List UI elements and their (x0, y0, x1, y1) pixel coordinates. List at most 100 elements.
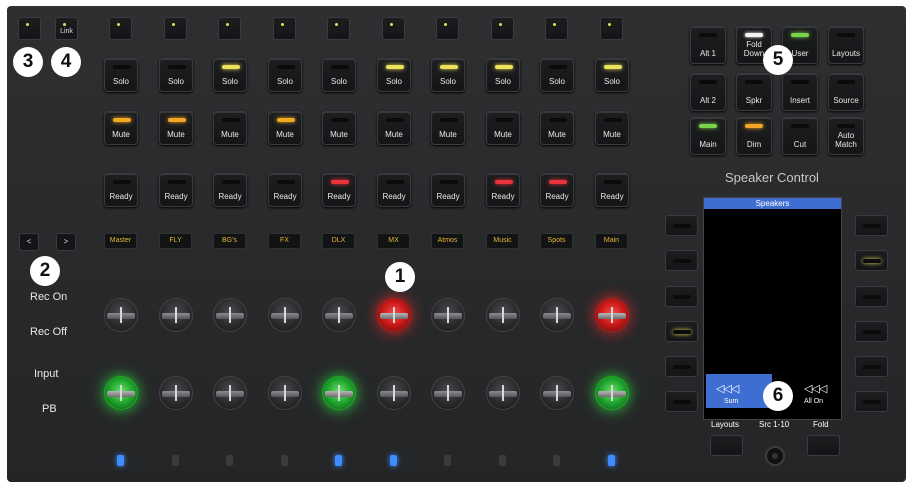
led-indicator (745, 80, 763, 84)
all-on-tile[interactable]: ◁◁◁ All On (798, 374, 840, 408)
solo-button-ch6[interactable]: Solo (377, 58, 411, 92)
mute-button-ch3[interactable]: Mute (213, 111, 247, 145)
left-screen-button-4[interactable] (665, 321, 698, 342)
jog-button[interactable] (765, 446, 785, 466)
left-screen-button-6[interactable] (665, 391, 698, 412)
left-screen-button-3[interactable] (665, 286, 698, 307)
solo-button-ch2[interactable]: Solo (159, 58, 193, 92)
ready-button-ch4[interactable]: Ready (268, 173, 302, 207)
select-button-ch9[interactable] (545, 17, 568, 40)
mute-button-ch4[interactable]: Mute (268, 111, 302, 145)
mute-button-ch10[interactable]: Mute (595, 111, 629, 145)
rec-knob-ch8[interactable] (486, 298, 520, 332)
right-screen-button-5[interactable] (855, 356, 888, 377)
solo-button-ch10[interactable]: Solo (595, 58, 629, 92)
led-indicator (837, 80, 855, 84)
select-button-ch6[interactable] (382, 17, 405, 40)
all-on-label: All On (804, 398, 824, 405)
nav-right-button[interactable]: > (56, 233, 76, 251)
right-screen-button-3[interactable] (855, 286, 888, 307)
mute-button-ch6[interactable]: Mute (377, 111, 411, 145)
select-button-ch1[interactable] (109, 17, 132, 40)
sum-tile[interactable]: ◁◁◁ Sum (706, 374, 772, 408)
ready-button-ch2[interactable]: Ready (159, 173, 193, 207)
mute-button-ch9[interactable]: Mute (540, 111, 574, 145)
input-knob-ch2[interactable] (159, 376, 193, 410)
select-button-ch3[interactable] (218, 17, 241, 40)
knob-pointer (120, 307, 122, 323)
rec-knob-ch6[interactable] (377, 298, 411, 332)
input-knob-ch6[interactable] (377, 376, 411, 410)
rec-knob-ch3[interactable] (213, 298, 247, 332)
rec-knob-ch9[interactable] (540, 298, 574, 332)
solo-button-ch5[interactable]: Solo (322, 58, 356, 92)
solo-button-ch1[interactable]: Solo (104, 58, 138, 92)
ready-button-ch3[interactable]: Ready (213, 173, 247, 207)
ready-button-ch6[interactable]: Ready (377, 173, 411, 207)
mute-button-ch8[interactable]: Mute (486, 111, 520, 145)
mute-button-ch7[interactable]: Mute (431, 111, 465, 145)
speaker-btn-dim[interactable]: Dim (736, 117, 772, 155)
mute-button-ch2[interactable]: Mute (159, 111, 193, 145)
left-screen-button-2[interactable] (665, 250, 698, 271)
select-button-ch10[interactable] (600, 17, 623, 40)
ready-button-ch1[interactable]: Ready (104, 173, 138, 207)
mute-button-ch5[interactable]: Mute (322, 111, 356, 145)
status-led-ch6 (390, 455, 397, 466)
ready-button-ch9[interactable]: Ready (540, 173, 574, 207)
select-button-ch2[interactable] (164, 17, 187, 40)
softkey-button-right[interactable] (807, 435, 840, 456)
rec-knob-ch1[interactable] (104, 298, 138, 332)
input-knob-ch3[interactable] (213, 376, 247, 410)
link-button[interactable]: Link (55, 17, 78, 40)
nav-left-button[interactable]: < (19, 233, 39, 251)
speaker-btn-alt-1[interactable]: Alt 1 (690, 26, 726, 64)
right-screen-button-2[interactable] (855, 250, 888, 271)
select-button-ch7[interactable] (436, 17, 459, 40)
ready-button-ch10[interactable]: Ready (595, 173, 629, 207)
rec-knob-ch4[interactable] (268, 298, 302, 332)
led-indicator (604, 118, 622, 122)
speaker-btn-alt-2[interactable]: Alt 2 (690, 73, 726, 111)
ready-button-ch7[interactable]: Ready (431, 173, 465, 207)
solo-button-ch3[interactable]: Solo (213, 58, 247, 92)
button-3[interactable] (18, 17, 41, 40)
left-screen-button-1[interactable] (665, 215, 698, 236)
select-button-ch4[interactable] (273, 17, 296, 40)
speaker-btn-layouts[interactable]: Layouts (828, 26, 864, 64)
input-knob-ch10[interactable] (595, 376, 629, 410)
rec-knob-ch2[interactable] (159, 298, 193, 332)
right-screen-button-4[interactable] (855, 321, 888, 342)
speaker-btn-spkr[interactable]: Spkr (736, 73, 772, 111)
ready-button-ch8[interactable]: Ready (486, 173, 520, 207)
speaker-btn-source[interactable]: Source (828, 73, 864, 111)
rec-knob-ch5[interactable] (322, 298, 356, 332)
solo-button-ch8[interactable]: Solo (486, 58, 520, 92)
select-button-ch8[interactable] (491, 17, 514, 40)
speaker-btn-main[interactable]: Main (690, 117, 726, 155)
input-knob-ch5[interactable] (322, 376, 356, 410)
rec-knob-ch10[interactable] (595, 298, 629, 332)
input-knob-ch4[interactable] (268, 376, 302, 410)
input-knob-ch1[interactable] (104, 376, 138, 410)
speaker-btn-auto-match[interactable]: Auto Match (828, 117, 864, 155)
pb-label: PB (42, 403, 57, 415)
input-knob-ch9[interactable] (540, 376, 574, 410)
input-knob-ch8[interactable] (486, 376, 520, 410)
led-indicator (673, 330, 691, 334)
solo-button-ch4[interactable]: Solo (268, 58, 302, 92)
ready-button-ch5[interactable]: Ready (322, 173, 356, 207)
speaker-btn-cut[interactable]: Cut (782, 117, 818, 155)
mute-button-ch1[interactable]: Mute (104, 111, 138, 145)
solo-button-ch9[interactable]: Solo (540, 58, 574, 92)
select-button-ch5[interactable] (327, 17, 350, 40)
ready-button-label: Ready (491, 192, 515, 201)
rec-knob-ch7[interactable] (431, 298, 465, 332)
input-knob-ch7[interactable] (431, 376, 465, 410)
speaker-btn-insert[interactable]: Insert (782, 73, 818, 111)
left-screen-button-5[interactable] (665, 356, 698, 377)
right-screen-button-1[interactable] (855, 215, 888, 236)
softkey-button-left[interactable] (710, 435, 743, 456)
solo-button-ch7[interactable]: Solo (431, 58, 465, 92)
right-screen-button-6[interactable] (855, 391, 888, 412)
